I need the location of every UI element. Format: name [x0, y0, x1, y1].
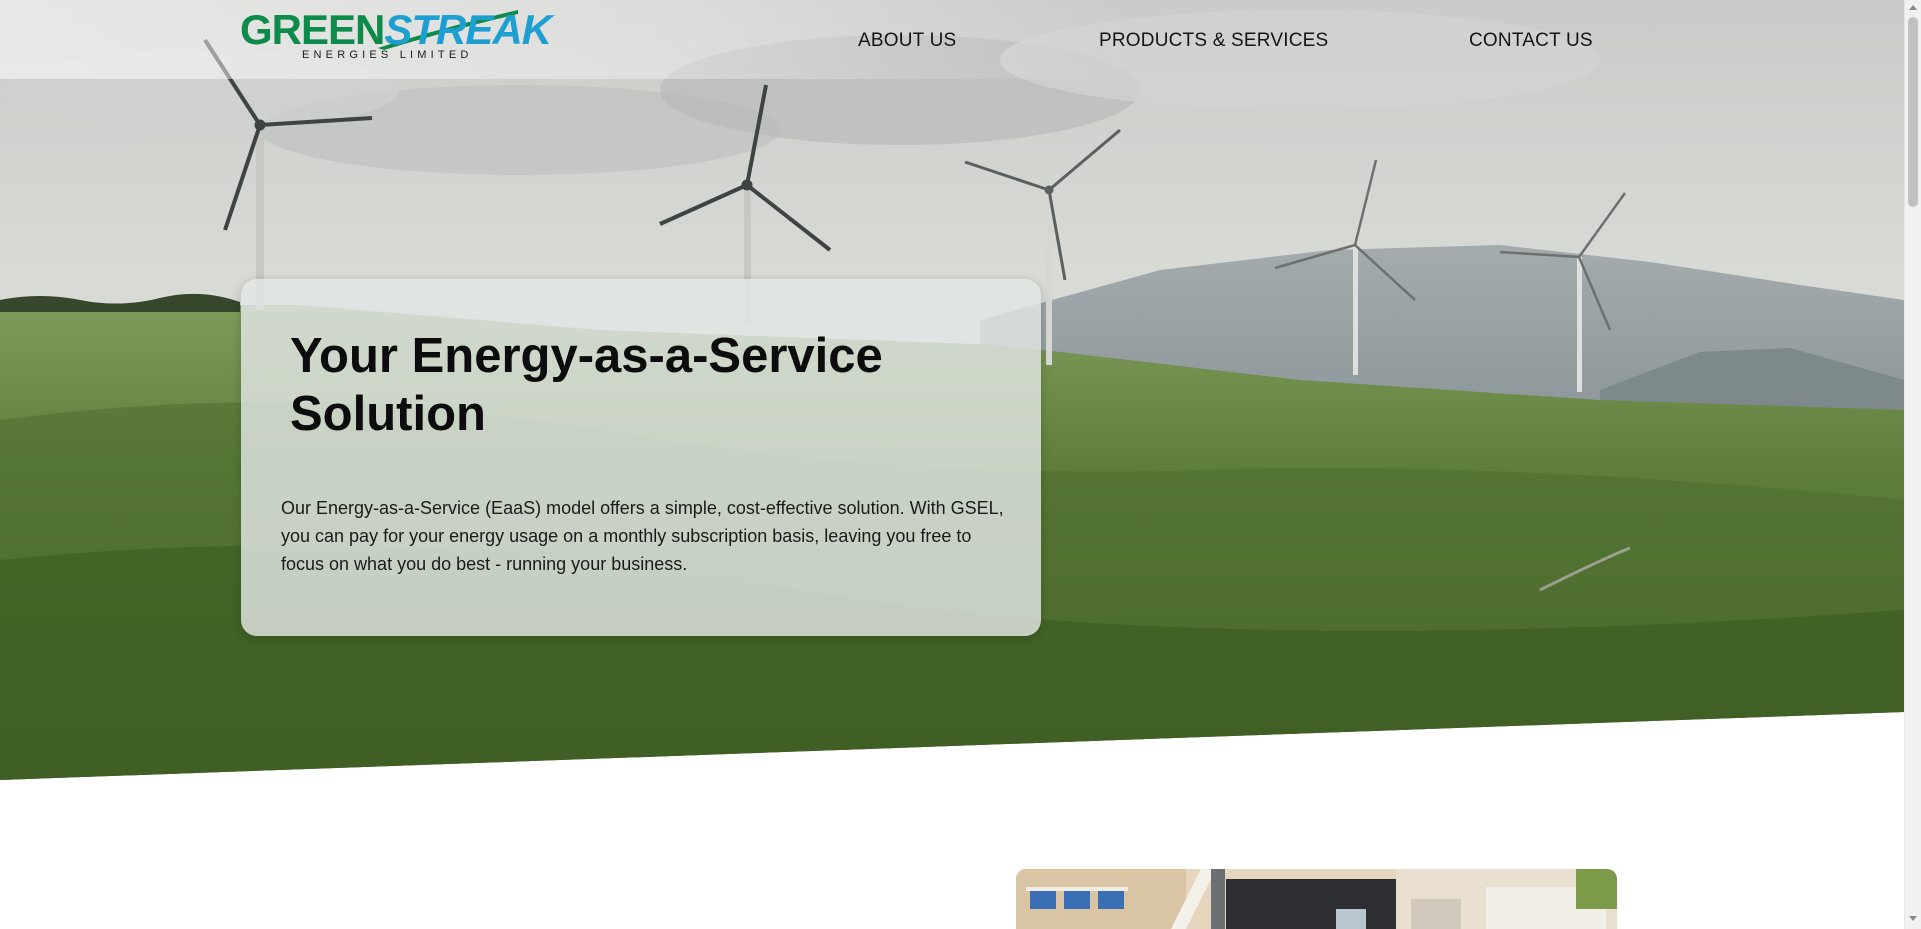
- building-photo: [1016, 869, 1617, 929]
- scroll-up-arrow-icon[interactable]: [1909, 5, 1917, 10]
- site-header: GREENSTREAK ENERGIES LIMITED ABOUT US PR…: [0, 0, 1904, 79]
- nav-about-us[interactable]: ABOUT US: [858, 30, 956, 52]
- logo-word-blue: STREAK: [384, 6, 552, 53]
- logo-word-green: GREEN: [240, 6, 385, 53]
- building-image: [1016, 869, 1617, 929]
- scroll-down-arrow-icon[interactable]: [1909, 916, 1917, 921]
- hero-description: Our Energy-as-a-Service (EaaS) model off…: [281, 498, 1004, 574]
- nav-contact-us[interactable]: CONTACT US: [1469, 30, 1593, 52]
- hero-card: Your Energy-as-a-Service Solution Our En…: [241, 279, 1041, 636]
- logo-wordmark: GREENSTREAK: [240, 6, 552, 53]
- hero-title: Your Energy-as-a-Service Solution: [290, 329, 883, 441]
- vertical-scrollbar[interactable]: [1904, 0, 1921, 929]
- logo-subtitle: ENERGIES LIMITED: [302, 49, 473, 61]
- scrollbar-thumb[interactable]: [1908, 17, 1918, 207]
- greenstreak-logo[interactable]: GREENSTREAK ENERGIES LIMITED: [240, 8, 552, 62]
- nav-products-services[interactable]: PRODUCTS & SERVICES: [1099, 30, 1328, 52]
- page: GREENSTREAK ENERGIES LIMITED ABOUT US PR…: [0, 0, 1904, 929]
